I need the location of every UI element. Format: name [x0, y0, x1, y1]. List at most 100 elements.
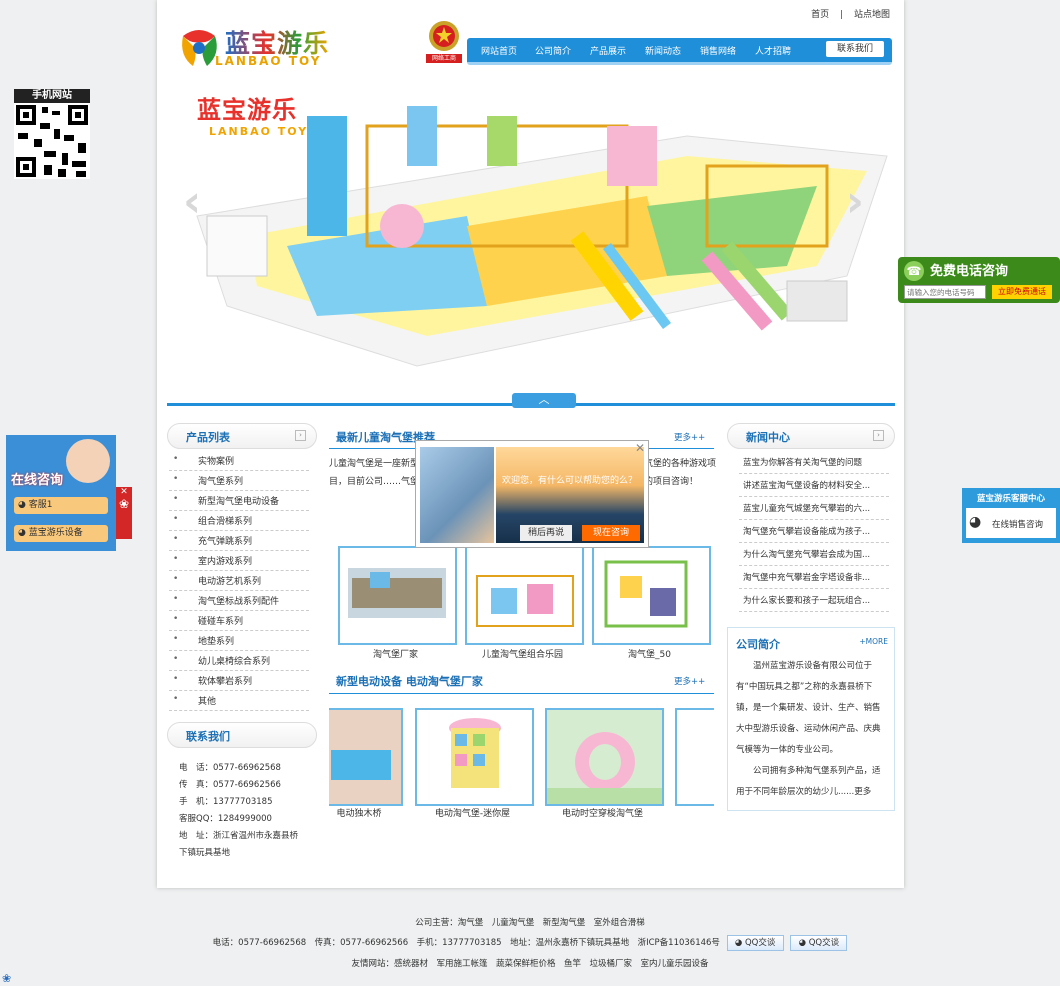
qq-penguin-icon: ◕	[18, 500, 26, 510]
qq-penguin-icon: ◕	[734, 938, 743, 948]
contact-mobile: 手 机：13777703185	[179, 797, 273, 807]
close-icon: ✕	[120, 487, 128, 497]
gongshang-badge[interactable]: 网络工商	[425, 18, 463, 64]
product-thumb[interactable]	[329, 708, 403, 806]
free-call-button[interactable]: 立即免费通话	[992, 285, 1052, 299]
nav-contact-button[interactable]: 联系我们	[826, 41, 884, 57]
close-icon[interactable]: ✕	[635, 441, 645, 455]
chevron-right-icon[interactable]: ›	[846, 176, 864, 227]
category-item[interactable]: • 地垫系列	[169, 630, 309, 651]
qq-penguin-icon: ◕	[969, 514, 982, 530]
category-item[interactable]: • 软体攀岩系列	[169, 670, 309, 691]
electric-more-link[interactable]: 更多++	[674, 675, 705, 687]
news-item[interactable]: 为什么家长要和孩子一起玩组合...	[739, 589, 889, 612]
banner-logo: 蓝宝游乐 LANBAO TOY	[197, 90, 308, 138]
online-widget-close[interactable]: ✕ ❀	[116, 487, 132, 539]
product-caption[interactable]: 淘气堡_50	[592, 647, 707, 660]
contact-title: 联系我们	[186, 730, 230, 743]
product-image	[604, 560, 688, 628]
news-header: 新闻中心 ›	[727, 423, 895, 449]
free-call-widget: ☎ 免费电话咨询 立即免费通话	[898, 257, 1060, 303]
news-item[interactable]: 淘气堡中充气攀岩金字塔设备非...	[739, 566, 889, 589]
category-item[interactable]: • 组合滑梯系列	[169, 510, 309, 531]
nav-about[interactable]: 公司简介	[535, 44, 571, 57]
product-thumb[interactable]	[592, 546, 711, 645]
online-service-2-button[interactable]: ◕ 蓝宝游乐设备	[14, 525, 108, 542]
news-item[interactable]: 为什么淘气堡充气攀岩会成为国...	[739, 543, 889, 566]
chevron-left-icon[interactable]: ‹	[183, 176, 201, 227]
agent-avatar	[66, 439, 110, 483]
service-center-widget: 蓝宝游乐客服中心 ◕ 在线销售咨询	[962, 488, 1060, 543]
contact-fax: 传 真：0577-66962566	[179, 780, 281, 790]
paw-icon[interactable]: ❀	[2, 972, 11, 985]
chat-popup: 欢迎您，有什么可以帮助您的么？ 稍后再说 现在咨询 ✕	[415, 440, 649, 548]
product-caption[interactable]: 电动独木桥	[329, 806, 399, 819]
badge-label: 网络工商	[426, 54, 462, 63]
hero-banner[interactable]: 蓝宝游乐 LANBAO TOY ‹ ›	[167, 76, 894, 378]
category-item[interactable]: • 实物案例	[169, 450, 309, 471]
news-item[interactable]: 蓝宝儿童充气城堡充气攀岩的六...	[739, 497, 889, 520]
category-item[interactable]: • 淘气堡系列	[169, 470, 309, 491]
footer-contact: 电话：0577-66962568 传真：0577-66962566 手机：137…	[212, 938, 720, 948]
online-consult-widget: 在线咨询 ◕ 客服1 ◕ 蓝宝游乐设备	[6, 435, 116, 551]
site-logo[interactable]: 蓝宝游乐 LANBAO TOY	[177, 22, 337, 72]
category-item[interactable]: • 室内游戏系列	[169, 550, 309, 571]
expand-icon[interactable]: ›	[295, 430, 306, 441]
footer-friend-links[interactable]: 友情网站：感统器材 军用施工帐篷 蔬菜保鲜柜价格 鱼竿 垃圾桶厂家 室内儿童乐园…	[0, 957, 1060, 969]
mobile-qr-widget[interactable]: 手机网站	[14, 89, 90, 181]
product-image	[476, 575, 574, 627]
expand-icon[interactable]: ›	[873, 430, 884, 441]
page-container: 首页 | 站点地图 蓝宝游乐 LANBAO TOY 网络工商 网站首页 公司简介…	[157, 0, 904, 888]
product-caption[interactable]: 淘气堡厂家	[338, 647, 453, 660]
qq-chat-button[interactable]: ◕ QQ交谈	[726, 935, 784, 951]
popup-later-button[interactable]: 稍后再说	[520, 525, 572, 541]
nav-jobs[interactable]: 人才招聘	[755, 44, 791, 57]
sitemap-link[interactable]: 站点地图	[854, 10, 890, 20]
phone-number-input[interactable]	[904, 285, 986, 299]
sales-consult-button[interactable]: ◕ 在线销售咨询	[966, 508, 1056, 538]
nav-sales[interactable]: 销售网络	[700, 44, 736, 57]
electric-carousel: 电动独木桥 电动淘气堡-迷你屋 电动时空穿梭淘气堡	[329, 706, 714, 826]
product-thumb[interactable]	[545, 708, 664, 806]
bullet-icon: •	[173, 534, 179, 544]
nav-home[interactable]: 网站首页	[481, 44, 517, 57]
banner-logo-en: LANBAO TOY	[209, 125, 309, 138]
news-item[interactable]: 蓝宝为你解答有关淘气堡的问题	[739, 451, 889, 474]
recommend-more-link[interactable]: 更多++	[674, 431, 705, 443]
bullet-icon: •	[173, 574, 179, 584]
category-item[interactable]: • 其他	[169, 690, 309, 711]
about-more-link[interactable]: +MORE	[859, 637, 888, 646]
about-text: 温州蓝宝游乐设备有限公司位于有“中国玩具之都”之称的永嘉县桥下镇，是一个集研发、…	[736, 656, 888, 803]
news-item[interactable]: 淘气堡充气攀岩设备能成为孩子...	[739, 520, 889, 543]
product-thumb[interactable]	[465, 546, 584, 645]
popup-consult-button[interactable]: 现在咨询	[582, 525, 640, 541]
online-service-1-button[interactable]: ◕ 客服1	[14, 497, 108, 514]
product-thumb[interactable]	[675, 708, 714, 806]
product-image	[348, 568, 446, 618]
bullet-icon: •	[173, 694, 179, 704]
contact-phone: 电 话：0577-66962568	[179, 763, 281, 773]
products-title: 产品列表	[186, 431, 230, 444]
category-item[interactable]: • 新型淘气堡电动设备	[169, 490, 309, 511]
category-item[interactable]: • 淘气堡标战系列配件	[169, 590, 309, 611]
bullet-icon: •	[173, 614, 179, 624]
banner-toggle-button[interactable]: ︿	[512, 393, 576, 408]
product-caption[interactable]: 电动时空穿梭淘气堡	[545, 806, 660, 819]
category-item[interactable]: • 幼儿桌椅综合系列	[169, 650, 309, 671]
category-item[interactable]: • 充气弹跳系列	[169, 530, 309, 551]
qq-penguin-icon: ◕	[798, 938, 806, 948]
nav-products[interactable]: 产品展示	[590, 44, 626, 57]
product-caption[interactable]: 电动淘气堡-迷你屋	[415, 806, 530, 819]
home-link[interactable]: 首页	[811, 10, 829, 20]
category-item[interactable]: • 碰碰车系列	[169, 610, 309, 631]
bullet-icon: •	[173, 674, 179, 684]
news-item[interactable]: 讲述蓝宝淘气堡设备的材料安全...	[739, 474, 889, 497]
product-thumb[interactable]	[415, 708, 534, 806]
chevron-up-icon: ︿	[538, 393, 550, 406]
paw-icon: ❀	[118, 497, 130, 511]
qq-chat-button[interactable]: ◕ QQ交谈	[790, 935, 848, 951]
category-item[interactable]: • 电动游艺机系列	[169, 570, 309, 591]
product-thumb[interactable]	[338, 546, 457, 645]
product-caption[interactable]: 儿童淘气堡组合乐园	[465, 647, 580, 660]
nav-news[interactable]: 新闻动态	[645, 44, 681, 57]
